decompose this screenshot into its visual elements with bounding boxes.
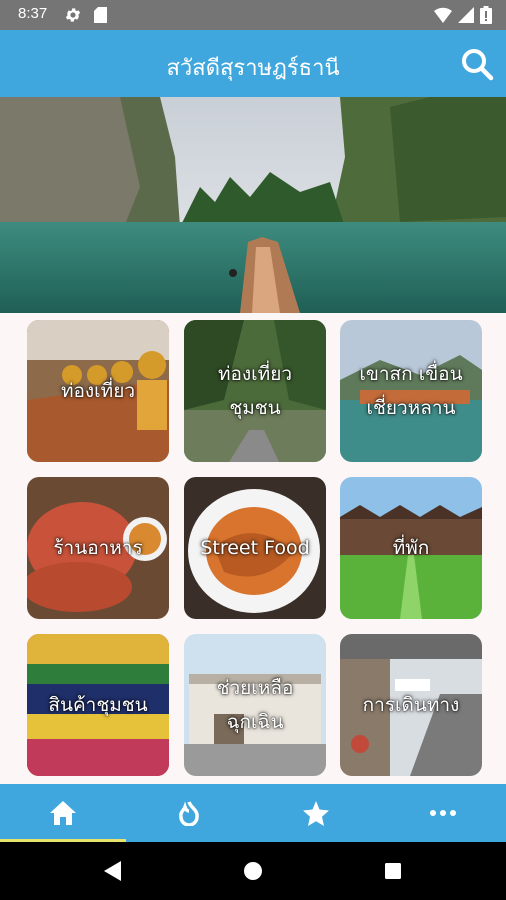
hero-image (0, 97, 506, 313)
tile-label: เขาสก เขื่อน เชี่ยวหลาน (359, 363, 463, 419)
category-tile-transportation[interactable]: การเดินทาง (340, 634, 482, 776)
tile-label: ที่พัก (392, 537, 430, 559)
nav-hot[interactable] (126, 784, 252, 842)
category-tile-community-products[interactable]: สินค้าชุมชน (27, 634, 169, 776)
tile-label: สินค้าชุมชน (48, 694, 148, 716)
nav-more[interactable] (380, 784, 506, 842)
back-icon[interactable] (101, 859, 125, 883)
home-icon (50, 801, 76, 825)
category-tile-restaurants[interactable]: ร้านอาหาร (27, 477, 169, 619)
hero-banner[interactable] (0, 97, 506, 313)
status-bar: 8:37 (0, 0, 506, 30)
battery-icon (480, 6, 492, 24)
tile-label: การเดินทาง (362, 694, 460, 716)
flame-icon (179, 801, 199, 826)
nav-home[interactable] (0, 784, 126, 842)
app-title: สวัสดีสุราษฎร์ธานี (166, 56, 340, 81)
wifi-icon (434, 7, 452, 23)
recents-icon[interactable] (381, 859, 405, 883)
signal-icon (458, 7, 474, 23)
bottom-navigation (0, 784, 506, 842)
search-icon[interactable] (458, 45, 496, 83)
gear-icon (65, 8, 81, 22)
category-tile-tourism[interactable]: ท่องเที่ยว (27, 320, 169, 462)
category-tile-accommodation[interactable]: ที่พัก (340, 477, 482, 619)
category-tile-khao-sok[interactable]: เขาสก เขื่อน เชี่ยวหลาน (340, 320, 482, 462)
tile-label: ช่วยเหลือ ฉุกเฉิน (216, 677, 294, 733)
nav-favorites[interactable] (253, 784, 379, 842)
home-circle-icon[interactable] (241, 859, 265, 883)
tile-label: Street Food (200, 537, 310, 559)
more-icon (430, 810, 456, 816)
star-icon (303, 800, 329, 826)
category-tile-community-tourism[interactable]: ท่องเที่ยว ชุมชน (184, 320, 326, 462)
status-indicators (434, 6, 492, 24)
app-bar: สวัสดีสุราษฎร์ธานี (0, 30, 506, 97)
status-time: 8:37 (18, 5, 48, 22)
category-tile-emergency[interactable]: ช่วยเหลือ ฉุกเฉิน (184, 634, 326, 776)
tile-label: ร้านอาหาร (53, 537, 143, 559)
carousel-dot[interactable] (229, 269, 237, 277)
category-tile-street-food[interactable]: Street Food (184, 477, 326, 619)
sd-card-icon (94, 7, 107, 23)
system-navigation-bar (0, 842, 506, 900)
tile-label: ท่องเที่ยว (60, 380, 136, 402)
tile-label: ท่องเที่ยว ชุมชน (217, 363, 293, 419)
